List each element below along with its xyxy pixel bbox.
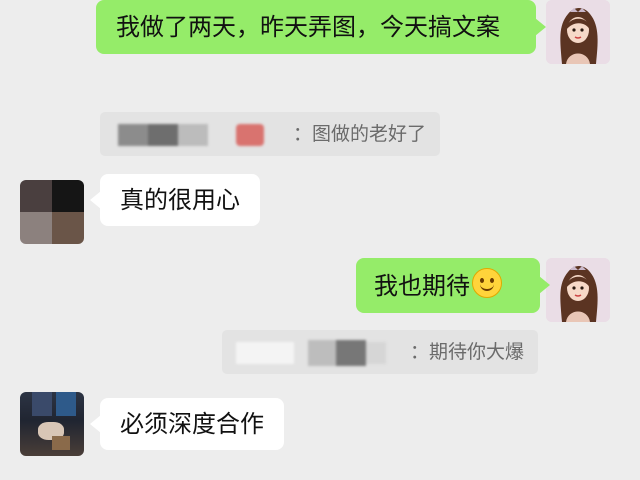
message-bubble-self[interactable]: 我也期待	[356, 258, 550, 313]
quoted-reply[interactable]: ：图做的老好了	[100, 112, 440, 156]
redacted-name	[236, 340, 386, 366]
message-text: 我做了两天，昨天弄图，今天搞文案	[116, 13, 500, 41]
contact-avatar[interactable]	[20, 180, 84, 244]
smiling-face-icon	[472, 268, 502, 298]
message-text: 真的很用心	[120, 186, 240, 214]
self-avatar[interactable]	[546, 0, 610, 64]
girl-avatar-icon	[546, 258, 610, 322]
message-text: 我也期待	[374, 272, 470, 300]
quote-text: ：期待你大爆	[409, 341, 524, 363]
contact-avatar[interactable]	[20, 392, 84, 456]
redacted-avatar	[236, 124, 264, 146]
quoted-reply[interactable]: ：期待你大爆	[222, 330, 538, 374]
message-bubble-other[interactable]: 真的很用心	[90, 174, 260, 226]
redacted-name	[118, 124, 208, 146]
message-bubble-self[interactable]: 我做了两天，昨天弄图，今天搞文案	[96, 0, 546, 54]
girl-avatar-icon	[546, 0, 610, 64]
message-text: 必须深度合作	[120, 410, 264, 438]
quote-text: ：图做的老好了	[292, 123, 426, 145]
self-avatar[interactable]	[546, 258, 610, 322]
message-bubble-other[interactable]: 必须深度合作	[90, 398, 284, 450]
